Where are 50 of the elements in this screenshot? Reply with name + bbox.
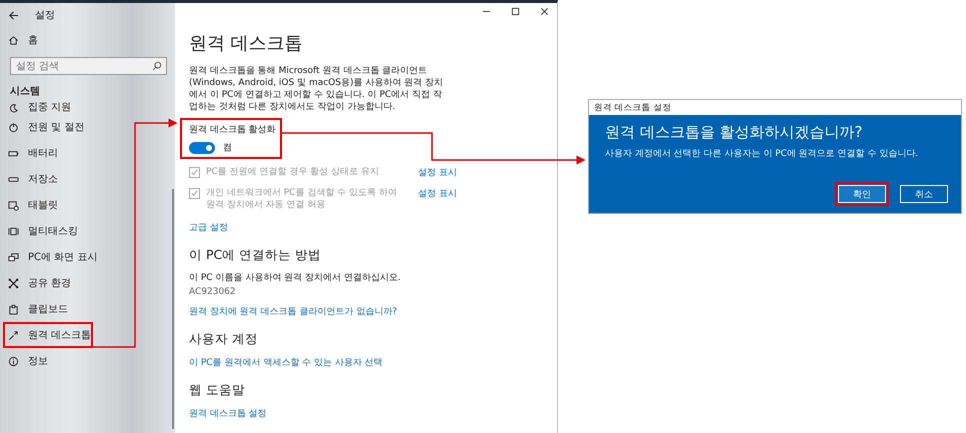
section-link[interactable]: 이 PC를 원격에서 액세스할 수 있는 사용자 선택 bbox=[189, 356, 383, 369]
maximize-icon[interactable] bbox=[511, 6, 520, 16]
power-icon bbox=[8, 122, 19, 132]
sidebar-item[interactable]: 클립보드 bbox=[0, 296, 165, 322]
search-icon bbox=[152, 61, 162, 71]
sidebar-item[interactable]: 원격 데스크톱 bbox=[3, 322, 93, 348]
toggle-switch[interactable] bbox=[189, 142, 215, 154]
option-label: 개인 네트워크에서 PC를 검색할 수 있도록 하여 원격 장치에서 자동 연결 허용 bbox=[206, 187, 398, 211]
section-heading: 웹 도움말 bbox=[189, 382, 246, 399]
section-heading: 시스템 bbox=[10, 85, 41, 98]
remote-desktop-icon bbox=[8, 330, 19, 340]
dialog-button[interactable]: 확인 bbox=[838, 185, 886, 203]
sidebar-item[interactable]: 저장소 bbox=[0, 166, 165, 192]
section-link[interactable]: 원격 데스크톱 설정 bbox=[189, 407, 267, 420]
dialog-heading: 원격 데스크톱을 활성화하시겠습니까? bbox=[605, 123, 864, 142]
sidebar-item[interactable]: 배터리 bbox=[0, 140, 165, 166]
search-field[interactable]: 설정 검색 bbox=[10, 57, 167, 75]
section-heading: 사용자 계정 bbox=[189, 331, 259, 348]
clipboard-icon bbox=[8, 304, 19, 314]
sidebar-item[interactable]: 집중 지원 bbox=[0, 98, 165, 114]
sidebar-item[interactable]: 태블릿 bbox=[0, 192, 165, 218]
section-link[interactable]: 원격 장치에 원격 데스크톱 클라이언트가 없습니까? bbox=[189, 305, 398, 318]
back-icon[interactable] bbox=[8, 10, 19, 20]
option-label: PC를 전원에 연결할 경우 활성 상태로 유지 bbox=[206, 166, 380, 178]
dialog-message: 사용자 계정에서 선택한 다른 사용자는 이 PC에 원격으로 연결할 수 있습니다. bbox=[605, 148, 920, 160]
section-text: 이 PC 이름을 사용하여 원격 장치에서 연결하십시오. bbox=[189, 272, 402, 284]
page-title: 원격 데스크톱 bbox=[189, 32, 304, 55]
description-text: 원격 데스크톱을 통해 Microsoft 원격 데스크톱 클라이언트(Windows, Android, iOS 및 macOS용)를 사용하여 원격 장치에서 이 PC에 연결하고 제어할 수 있습니다. 이 PC에서 직접 작업하는 것처럼 다른 장치에서도 작업이 가능합니다. bbox=[189, 65, 444, 113]
window-title: 설정 bbox=[35, 9, 55, 22]
home-link[interactable]: 홈 bbox=[0, 29, 60, 51]
home-icon bbox=[8, 34, 19, 46]
toggle-state: 켬 bbox=[223, 142, 232, 154]
display-icon bbox=[8, 252, 19, 262]
sidebar-item[interactable]: 멀티태스킹 bbox=[0, 218, 165, 244]
advanced-settings-link[interactable]: 고급 설정 bbox=[189, 221, 228, 234]
pc-name: AC923062 bbox=[189, 287, 237, 297]
share-icon bbox=[8, 278, 19, 288]
tablet-icon bbox=[8, 200, 19, 210]
dialog-button[interactable]: 취소 bbox=[900, 185, 948, 203]
info-icon bbox=[8, 356, 19, 366]
sidebar-item[interactable]: 공유 환경 bbox=[0, 270, 165, 296]
moon-icon bbox=[8, 103, 19, 114]
sidebar-item[interactable]: 정보 bbox=[0, 348, 165, 374]
multitasking-icon bbox=[8, 226, 19, 236]
section-heading: 이 PC에 연결하는 방법 bbox=[189, 247, 322, 264]
sidebar-item[interactable]: PC에 화면 표시 bbox=[0, 244, 165, 270]
close-icon[interactable] bbox=[540, 6, 549, 16]
scrollbar[interactable] bbox=[172, 189, 174, 429]
sidebar-item[interactable]: 전원 및 절전 bbox=[0, 114, 165, 140]
toggle-label: 원격 데스크톱 활성화 bbox=[189, 124, 273, 136]
